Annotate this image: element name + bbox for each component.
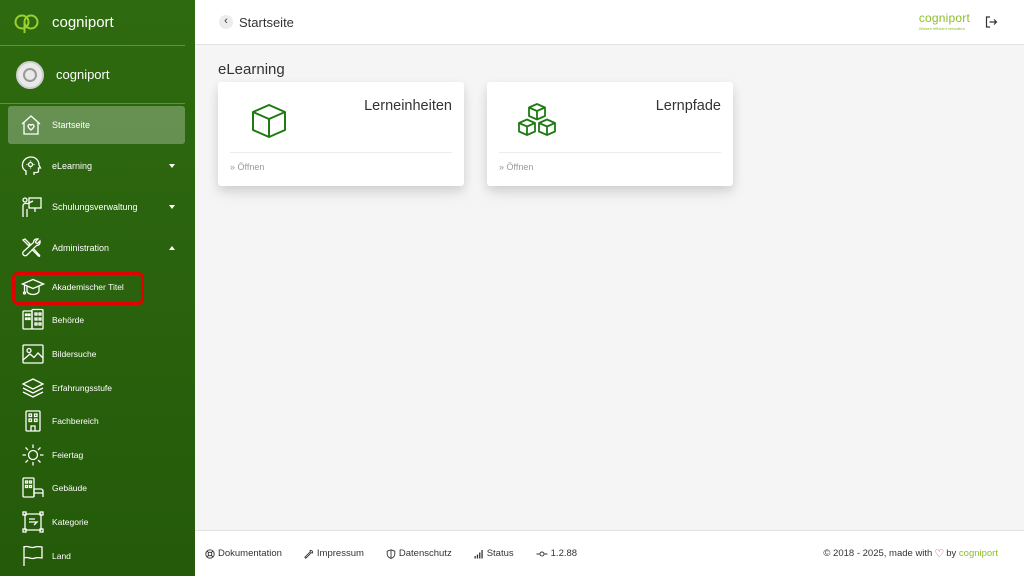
footer: Dokumentation Impressum Datenschutz Stat… xyxy=(195,530,1024,576)
footer-link-label: Impressum xyxy=(316,548,364,559)
footer-version[interactable]: 1.2.88 xyxy=(536,548,577,559)
footer-link-status[interactable]: Status xyxy=(474,548,514,559)
sidebar-item-gebaeude[interactable]: Gebäude xyxy=(0,472,185,506)
sidebar-item-label: Erfahrungsstufe xyxy=(52,382,113,393)
footer-link-impressum[interactable]: Impressum xyxy=(304,548,364,559)
footer-link-label: Status xyxy=(486,548,514,559)
sidebar-item-behoerde[interactable]: Behörde xyxy=(0,304,185,338)
sidebar-item-administration[interactable]: Administration xyxy=(8,229,185,267)
user-name: cogniport xyxy=(56,67,110,82)
head-gear-icon xyxy=(18,153,44,179)
card-open-link[interactable]: » Öffnen xyxy=(499,162,533,172)
footer-link-datenschutz[interactable]: Datenschutz xyxy=(386,548,452,559)
flag-icon xyxy=(20,543,46,569)
sidebar-item-label: Akademischer Titel xyxy=(52,281,124,292)
building-bed-icon xyxy=(20,475,46,501)
footer-copyright: © 2018 - 2025, made with ♡ by cogniport xyxy=(823,547,998,560)
topbar: ‹ Startseite cogniport Wissen effizient … xyxy=(195,0,1024,45)
card-divider xyxy=(499,152,721,153)
sidebar-brand[interactable]: cogniport xyxy=(0,0,185,46)
shield-icon xyxy=(386,548,396,559)
card-lernpfade[interactable]: Lernpfade » Öffnen xyxy=(487,82,733,186)
app-name: cogniport xyxy=(52,14,114,31)
commit-icon xyxy=(536,551,548,556)
sidebar-item-akademischer-titel[interactable]: Akademischer Titel xyxy=(0,270,185,304)
breadcrumb: Startseite xyxy=(239,14,294,30)
sun-icon xyxy=(20,442,46,468)
sidebar-item-fachbereich[interactable]: Fachbereich xyxy=(0,404,185,438)
sidebar-item-label: Bildersuche xyxy=(52,348,97,359)
footer-link-label: Datenschutz xyxy=(398,548,452,559)
sidebar: cogniport cogniport Startseite eLearning… xyxy=(0,0,195,576)
section-title: eLearning xyxy=(218,61,285,78)
cubes-icon xyxy=(518,103,556,136)
sidebar-item-label: Kategorie xyxy=(52,516,89,527)
sidebar-item-label: eLearning xyxy=(52,161,93,171)
card-open-link[interactable]: » Öffnen xyxy=(230,162,264,172)
cube-icon xyxy=(252,104,286,138)
sidebar-item-schulungsverwaltung[interactable]: Schulungsverwaltung xyxy=(8,188,185,226)
signal-icon xyxy=(474,549,483,558)
sidebar-item-label: Land xyxy=(52,550,71,561)
building-icon xyxy=(20,408,46,434)
logo-wordmark: cogniport xyxy=(918,11,970,25)
sidebar-item-bildersuche[interactable]: Bildersuche xyxy=(0,337,185,371)
heart-icon: ♡ xyxy=(934,548,945,560)
sidebar-nav: Startseite eLearning Schulungsverwaltung… xyxy=(0,104,195,572)
sidebar-item-feiertag[interactable]: Feiertag xyxy=(0,438,185,472)
card-divider xyxy=(230,152,452,153)
version-label: 1.2.88 xyxy=(550,548,578,559)
sidebar-item-label: Schulungsverwaltung xyxy=(52,202,138,212)
card-title: Lernpfade xyxy=(655,98,721,114)
frame-icon xyxy=(20,509,46,535)
sidebar-item-label: Administration xyxy=(52,243,110,253)
sidebar-item-label: Startseite xyxy=(52,120,91,130)
sidebar-item-land[interactable]: Land xyxy=(0,539,185,573)
wrench-icon xyxy=(304,549,314,559)
back-button[interactable]: ‹ Startseite xyxy=(219,15,294,30)
layers-icon xyxy=(20,375,46,401)
sidebar-item-label: Feiertag xyxy=(52,449,84,460)
main-content: eLearning Lerneinheiten » Öffnen Lernpfa… xyxy=(195,45,1024,530)
home-heart-icon xyxy=(18,112,44,138)
sidebar-item-label: Behörde xyxy=(52,315,85,326)
buildings-icon xyxy=(20,307,46,333)
card-title: Lerneinheiten xyxy=(364,98,452,114)
footer-link-dokumentation[interactable]: Dokumentation xyxy=(205,548,282,559)
presenter-icon xyxy=(18,194,44,220)
graduation-cap-icon xyxy=(20,274,46,300)
sidebar-item-erfahrungsstufe[interactable]: Erfahrungsstufe xyxy=(0,371,185,405)
administration-submenu: Akademischer Titel Behörde Bildersuche E… xyxy=(0,270,195,572)
tools-icon xyxy=(18,235,44,261)
image-icon xyxy=(20,341,46,367)
logo-tagline: Wissen effizient verwalten xyxy=(918,26,965,31)
avatar xyxy=(16,60,44,89)
help-circle-icon xyxy=(205,548,215,559)
cogniport-logo-icon xyxy=(14,14,39,33)
chevron-down-icon xyxy=(169,164,175,168)
sidebar-item-startseite[interactable]: Startseite xyxy=(8,106,185,144)
sidebar-item-label: Gebäude xyxy=(52,483,87,494)
copyright-by: by xyxy=(946,548,957,559)
copyright-text: © 2018 - 2025, made with xyxy=(823,548,933,559)
sidebar-item-label: Fachbereich xyxy=(52,416,99,427)
chevron-up-icon xyxy=(169,246,175,250)
copyright-brand-link[interactable]: cogniport xyxy=(959,548,998,559)
sidebar-item-kategorie[interactable]: Kategorie xyxy=(0,505,185,539)
chevron-down-icon xyxy=(169,205,175,209)
card-lerneinheiten[interactable]: Lerneinheiten » Öffnen xyxy=(218,82,464,186)
sidebar-item-elearning[interactable]: eLearning xyxy=(8,147,185,185)
logout-icon[interactable] xyxy=(984,15,998,29)
chevron-left-icon: ‹ xyxy=(219,15,233,29)
header-logo[interactable]: cogniport Wissen effizient verwalten xyxy=(919,11,970,31)
user-profile[interactable]: cogniport xyxy=(0,46,185,104)
footer-link-label: Dokumentation xyxy=(218,548,282,559)
